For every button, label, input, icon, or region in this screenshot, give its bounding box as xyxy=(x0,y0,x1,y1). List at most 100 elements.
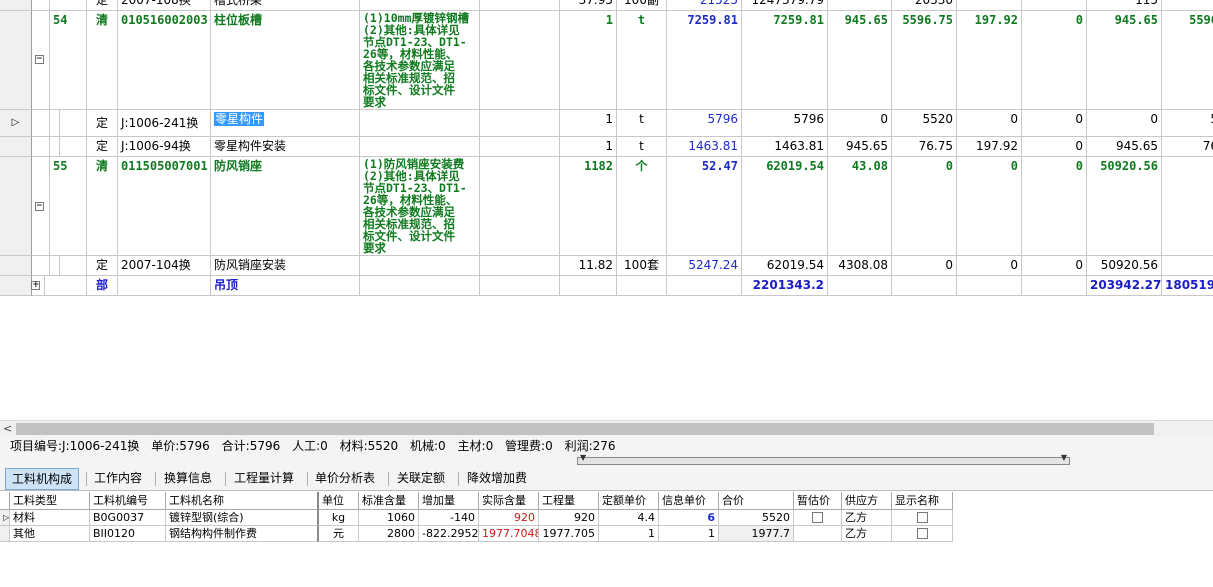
cell-supplier[interactable]: 乙方 xyxy=(842,526,892,542)
row-unit: 100套 xyxy=(617,256,667,276)
row-name[interactable]: 防风销座安装 xyxy=(211,256,360,276)
cell-type[interactable]: 材料 xyxy=(10,510,90,526)
row-total: 1463.81 xyxy=(742,137,828,157)
cell-supplier[interactable]: 乙方 xyxy=(842,510,892,526)
scroll-left-icon[interactable]: < xyxy=(3,422,12,435)
row-labor: 945.65 xyxy=(828,137,892,157)
tab-resource-composition[interactable]: 工料机构成 xyxy=(5,468,80,490)
collapse-icon[interactable]: − xyxy=(35,55,44,64)
row-total: 2201343.2 xyxy=(742,276,828,296)
row-indicator[interactable] xyxy=(0,0,32,11)
row-last: 5596 xyxy=(1162,11,1213,110)
col-header[interactable]: 增加量 xyxy=(419,492,479,510)
cell-add[interactable]: -822.2952 xyxy=(419,526,479,542)
col-header[interactable]: 工料机编号 xyxy=(90,492,166,510)
panel-splitter[interactable]: ▼ ▼ xyxy=(0,453,1213,466)
row-total: 7259.81 xyxy=(742,11,828,110)
row-name[interactable]: 柱位板槽 xyxy=(211,11,360,110)
cell-actual[interactable]: 920 xyxy=(479,510,539,526)
col-header[interactable]: 合价 xyxy=(719,492,794,510)
col-header[interactable]: 暂估价 xyxy=(794,492,842,510)
scrollbar-thumb[interactable] xyxy=(16,423,1154,435)
cell-actual[interactable]: 1977.7048 xyxy=(479,526,539,542)
row-qty[interactable]: 1 xyxy=(560,110,617,137)
tab-quantity-calc[interactable]: 工程量计算 xyxy=(228,468,300,490)
row-material: 20330 xyxy=(892,0,957,11)
cell-add[interactable]: -140 xyxy=(419,510,479,526)
bill-of-quantities-grid[interactable]: 定 2007-108换 槽式桥架 37.95 100副 21525 124737… xyxy=(0,0,1213,420)
cell-info-price[interactable]: 1 xyxy=(659,526,719,542)
row-feature-desc[interactable]: (1)防风销座安装费 (2)其他:具体详见 节点DT1-23、DT1- 26等，… xyxy=(360,157,480,256)
horizontal-scrollbar[interactable]: < xyxy=(0,420,1213,436)
cell-type[interactable]: 其他 xyxy=(10,526,90,542)
row-code[interactable]: J:1006-241换 xyxy=(118,110,211,137)
detail-tabs: 工料机构成 工作内容 换算信息 工程量计算 单价分析表 关联定额 降效增加费 xyxy=(0,466,1213,491)
row-code[interactable]: J:1006-94换 xyxy=(118,137,211,157)
status-machine: 机械:0 xyxy=(410,439,446,453)
cell-name[interactable]: 钢结构构件制作费 xyxy=(166,526,319,542)
col-header[interactable]: 实际含量 xyxy=(479,492,539,510)
row-indicator[interactable] xyxy=(0,526,10,542)
row-indicator[interactable] xyxy=(0,256,32,276)
row-code[interactable]: 010516002003 xyxy=(118,11,211,110)
col-header[interactable]: 供应方 xyxy=(842,492,892,510)
collapse-up-icon[interactable]: ▼ xyxy=(580,453,586,462)
row-indicator[interactable] xyxy=(0,137,32,157)
row-name[interactable]: 防风销座 xyxy=(211,157,360,256)
row-material: 0 xyxy=(892,157,957,256)
row-name[interactable]: 零星构件 xyxy=(214,112,265,126)
current-row-arrow-icon[interactable]: ▷ xyxy=(0,110,32,137)
row-code[interactable]: 2007-108换 xyxy=(118,0,211,11)
row-mgmt: 50920.56 xyxy=(1087,157,1162,256)
row-type: 定 xyxy=(87,0,118,11)
collapse-icon[interactable]: − xyxy=(35,202,44,211)
cell-name[interactable]: 镀锌型钢(综合) xyxy=(166,510,319,526)
current-row-arrow-icon[interactable]: ▷ xyxy=(0,510,10,526)
collapse-down-icon[interactable]: ▼ xyxy=(1061,453,1067,462)
cell-info-price[interactable]: 6 xyxy=(659,510,719,526)
cell-unit[interactable]: kg xyxy=(319,510,359,526)
cell-std[interactable]: 2800 xyxy=(359,526,419,542)
row-qty[interactable]: 1 xyxy=(560,137,617,157)
cell-std[interactable]: 1060 xyxy=(359,510,419,526)
row-machine: 197.92 xyxy=(957,11,1022,110)
row-machine: 197.92 xyxy=(957,137,1022,157)
show-name-checkbox[interactable] xyxy=(916,527,928,539)
row-indicator[interactable] xyxy=(0,157,32,256)
row-qty[interactable]: 37.95 xyxy=(560,0,617,11)
row-code[interactable]: 011505007001 xyxy=(118,157,211,256)
tab-unit-price-analysis[interactable]: 单价分析表 xyxy=(309,468,381,490)
col-header[interactable]: 工料机名称 xyxy=(166,492,319,510)
row-name[interactable]: 槽式桥架 xyxy=(211,0,360,11)
col-header[interactable]: 单位 xyxy=(319,492,359,510)
tab-conversion-info[interactable]: 换算信息 xyxy=(158,468,218,490)
col-header[interactable]: 显示名称 xyxy=(892,492,953,510)
row-name[interactable]: 零星构件安装 xyxy=(211,137,360,157)
row-name-editor[interactable]: 零星构件 xyxy=(211,110,360,137)
cell-code[interactable]: BII0120 xyxy=(90,526,166,542)
col-header[interactable]: 信息单价 xyxy=(659,492,719,510)
expand-icon[interactable]: + xyxy=(31,281,40,290)
tab-efficiency-fee[interactable]: 降效增加费 xyxy=(461,468,533,490)
provisional-price-checkbox[interactable] xyxy=(812,511,823,523)
row-indicator[interactable] xyxy=(0,11,32,110)
col-header[interactable]: 标准含量 xyxy=(359,492,419,510)
tab-related-quota[interactable]: 关联定额 xyxy=(391,468,451,490)
row-main-material: 0 xyxy=(1022,110,1087,137)
row-unit: t xyxy=(617,137,667,157)
row-name[interactable]: 吊顶 xyxy=(211,276,360,296)
splitter-grip[interactable]: ▼ ▼ xyxy=(577,453,1070,465)
row-qty[interactable]: 11.82 xyxy=(560,256,617,276)
row-feature-desc[interactable]: (1)10mm厚镀锌钢槽 (2)其他:具体详见 节点DT1-23、DT1- 26… xyxy=(360,11,480,110)
cell-unit[interactable]: 元 xyxy=(319,526,359,542)
show-name-checkbox[interactable] xyxy=(916,511,928,523)
cell-code[interactable]: B0G0037 xyxy=(90,510,166,526)
col-header[interactable]: 工程量 xyxy=(539,492,599,510)
resource-grid[interactable]: 工料类型 工料机编号 工料机名称 单位 标准含量 增加量 实际含量 工程量 定额… xyxy=(0,491,1213,587)
row-code[interactable]: 2007-104换 xyxy=(118,256,211,276)
tab-work-content[interactable]: 工作内容 xyxy=(88,468,148,490)
col-header[interactable]: 工料类型 xyxy=(10,492,90,510)
col-header[interactable]: 定额单价 xyxy=(599,492,659,510)
row-qty[interactable]: 1 xyxy=(560,11,617,110)
row-qty[interactable]: 1182 xyxy=(560,157,617,256)
